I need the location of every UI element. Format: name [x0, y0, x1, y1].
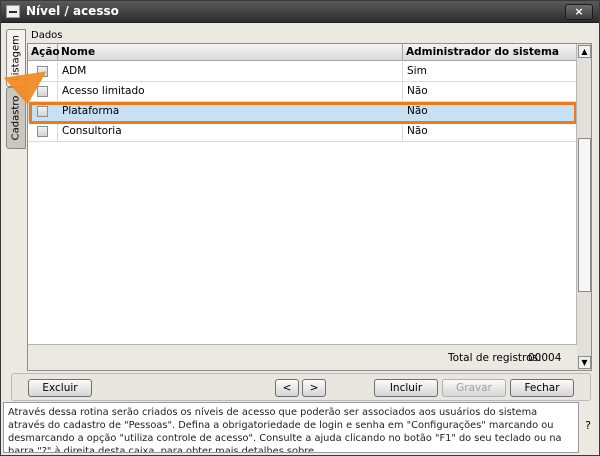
column-header-nome[interactable]: Nome	[58, 44, 403, 61]
name-cell: Acesso limitado	[58, 82, 403, 102]
help-question-button[interactable]: ?	[581, 419, 595, 433]
window-title: Nível / acesso	[26, 4, 119, 18]
data-grid: Ação Nome Administrador do sistema ADM S…	[27, 43, 592, 371]
next-button[interactable]: >	[302, 379, 326, 397]
admin-cell: Não	[407, 125, 428, 137]
tab-cadastro-label: Cadastro	[10, 95, 22, 141]
action-cell	[28, 122, 58, 142]
title-bar[interactable]: Nível / acesso ×	[1, 1, 599, 23]
highlight-frame	[29, 102, 577, 124]
scroll-down-icon[interactable]: ▼	[578, 356, 591, 369]
help-text-box: Através dessa rotina serão criados os ní…	[3, 402, 579, 453]
grid-header: Ação Nome Administrador do sistema	[28, 44, 577, 61]
row-checkbox[interactable]	[37, 126, 48, 137]
total-value: 00004	[528, 352, 562, 364]
fechar-button[interactable]: Fechar	[510, 379, 574, 397]
admin-cell: Sim	[407, 65, 427, 77]
window-menu-icon[interactable]	[6, 5, 20, 18]
scrollbar-thumb[interactable]	[578, 138, 591, 292]
name-cell: ADM	[58, 62, 403, 82]
excluir-button[interactable]: Excluir	[28, 379, 92, 397]
table-row[interactable]: ADM Sim	[28, 62, 577, 82]
table-row[interactable]: Acesso limitado Não	[28, 82, 577, 102]
admin-cell: Não	[407, 85, 428, 97]
button-bar: Excluir < > Incluir Gravar Fechar	[11, 373, 591, 401]
close-button[interactable]: ×	[565, 4, 593, 20]
vertical-scrollbar[interactable]: ▲ ▼	[576, 44, 591, 370]
column-header-admin[interactable]: Administrador do sistema	[403, 44, 577, 61]
scroll-up-icon[interactable]: ▲	[578, 45, 591, 58]
incluir-button[interactable]: Incluir	[374, 379, 438, 397]
main-window: Nível / acesso × Listagem Cadastro Dados…	[0, 0, 600, 456]
gravar-button[interactable]: Gravar	[442, 379, 506, 397]
grid-footer: Total de registros: 00004	[28, 344, 577, 370]
table-row[interactable]: Consultoria Não	[28, 122, 577, 142]
prev-button[interactable]: <	[275, 379, 299, 397]
name-cell: Consultoria	[58, 122, 403, 142]
section-label: Dados	[31, 30, 63, 41]
